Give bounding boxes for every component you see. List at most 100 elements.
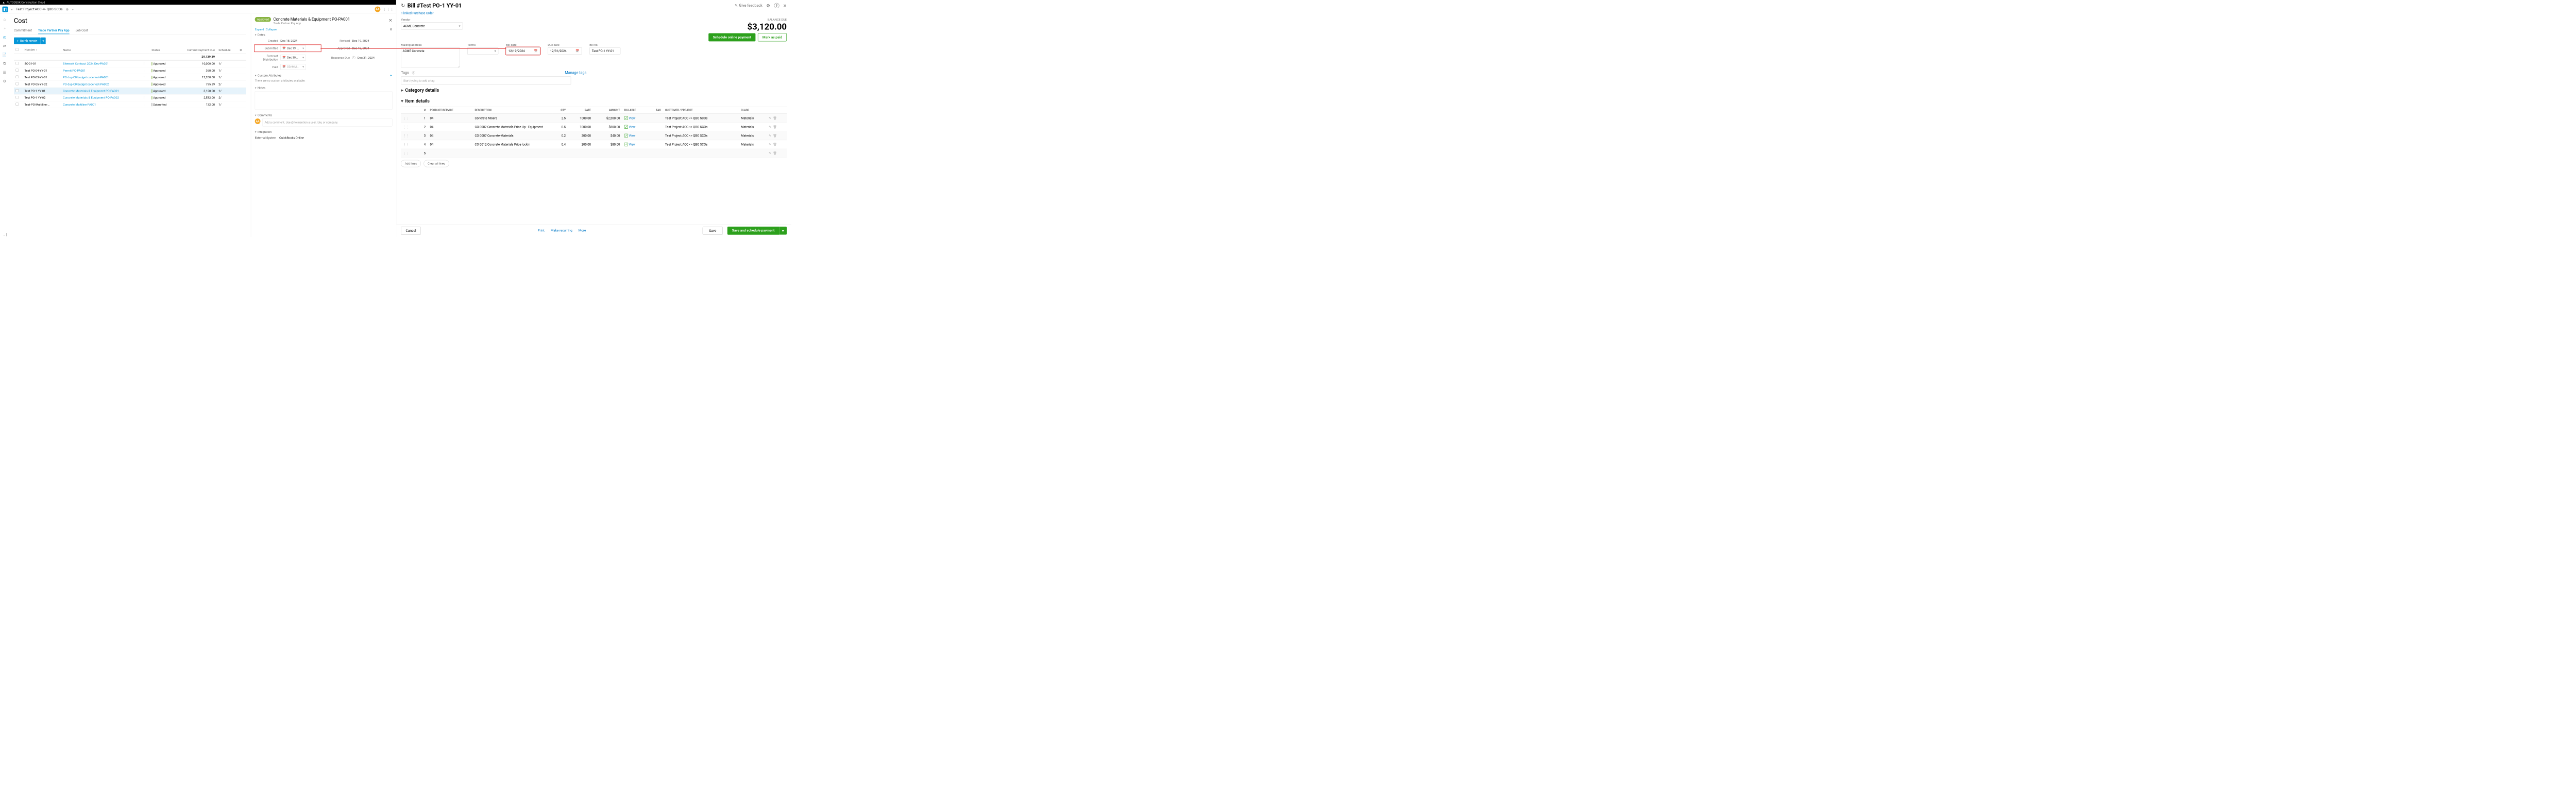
vendor-select[interactable]: ACME Concrete▾: [401, 23, 463, 30]
nav-report-icon[interactable]: ☰: [2, 70, 7, 75]
drag-handle-icon[interactable]: ⋮⋮: [403, 134, 409, 138]
comment-input[interactable]: Add a comment. Use @ to mention a user, …: [262, 118, 392, 126]
nav-doc-icon[interactable]: 📄: [2, 52, 7, 57]
paid-date-input[interactable]: 📅 DD/MM… ▾: [280, 64, 306, 70]
tab-trade-partner[interactable]: Trade Partner Pay App: [38, 27, 70, 34]
submitted-date-input[interactable]: 📅 Dec 19, … ▾: [280, 45, 306, 51]
line-row[interactable]: ⋮⋮ 3 04 CO 0007 Concrete-Materials 0.2 2…: [401, 131, 787, 140]
drag-handle-icon[interactable]: ⋮⋮: [403, 151, 409, 155]
manage-tags-link[interactable]: Manage tags: [565, 71, 586, 75]
notes-textarea[interactable]: [255, 91, 393, 110]
table-row[interactable]: Test PO-1 YY-02 Concrete Materials & Equ…: [14, 94, 246, 101]
col-payment-due[interactable]: Current Payment Due: [175, 46, 217, 53]
edit-row-icon[interactable]: ✎: [769, 116, 771, 120]
drag-handle-icon[interactable]: ⋮⋮: [403, 116, 409, 120]
mark-paid-button[interactable]: Mark as paid: [758, 33, 787, 42]
tags-info-icon[interactable]: i: [412, 71, 415, 74]
table-row[interactable]: Test-PO-Multiline-… Concrete Multiline-P…: [14, 101, 246, 108]
add-attr-icon[interactable]: ✦: [390, 74, 393, 77]
save-schedule-button[interactable]: Save and schedule payment: [727, 227, 779, 235]
col-number[interactable]: Number ↑: [23, 46, 61, 53]
row-menu-icon[interactable]: ⋮: [143, 82, 146, 86]
cancel-button[interactable]: Cancel: [401, 227, 421, 234]
delete-row-icon[interactable]: 🗑: [773, 134, 777, 138]
row-menu-icon[interactable]: ⋮: [143, 103, 146, 107]
back-icon[interactable]: ↻: [401, 3, 405, 8]
line-row[interactable]: ⋮⋮ 5 ✎ 🗑: [401, 149, 787, 158]
row-checkbox[interactable]: [16, 82, 19, 85]
delete-row-icon[interactable]: 🗑: [773, 151, 777, 155]
row-menu-icon[interactable]: ⋮: [143, 96, 146, 99]
nav-budget-icon[interactable]: ◔: [2, 26, 7, 31]
close-icon[interactable]: ✕: [783, 3, 787, 8]
row-name-link[interactable]: Permit PO-PA001: [63, 69, 86, 73]
app-switcher-icon[interactable]: ⋮⋮⋮: [383, 7, 394, 11]
delete-row-icon[interactable]: 🗑: [773, 143, 777, 146]
table-row[interactable]: SC-01-01 Sitework Contract 2024 Dec-PA00…: [14, 60, 246, 67]
row-name-link[interactable]: Sitework Contract 2024 Dec-PA001: [63, 62, 109, 65]
row-menu-icon[interactable]: ⋮: [143, 76, 146, 79]
drag-handle-icon[interactable]: ⋮⋮: [403, 125, 409, 129]
table-row[interactable]: Test PO-1 YY-01 Concrete Materials & Equ…: [14, 88, 246, 94]
drag-handle-icon[interactable]: ⋮⋮: [403, 143, 409, 146]
view-link[interactable]: View: [629, 134, 635, 138]
save-schedule-dropdown[interactable]: ▾: [779, 227, 787, 235]
more-link[interactable]: More: [579, 229, 586, 232]
table-row[interactable]: Test PO-05-YY-01 PO dup C0 budget code t…: [14, 74, 246, 81]
edit-row-icon[interactable]: ✎: [769, 151, 771, 155]
bill-no-input[interactable]: Test PO-1 YY-01: [589, 47, 620, 55]
billable-checkbox[interactable]: ✓: [624, 116, 628, 120]
forecast-date-input[interactable]: 📅 Dec 30,… ▾: [280, 55, 306, 61]
line-row[interactable]: ⋮⋮ 1 04 Concrete Mixers 2.5 1000.00 $2,5…: [401, 114, 787, 123]
user-avatar[interactable]: AA: [375, 6, 381, 12]
category-details-toggle[interactable]: ▸Category details: [396, 84, 791, 95]
delete-row-icon[interactable]: 🗑: [773, 125, 777, 129]
select-all-checkbox[interactable]: [16, 48, 19, 50]
info-icon[interactable]: i: [352, 56, 355, 59]
nav-cost-icon[interactable]: ◎: [2, 35, 7, 40]
globe-icon[interactable]: ⊕: [66, 7, 69, 11]
col-settings-icon[interactable]: ⚙: [238, 46, 246, 53]
view-link[interactable]: View: [629, 125, 635, 129]
col-schedule[interactable]: Schedule: [217, 46, 238, 53]
edit-row-icon[interactable]: ✎: [769, 134, 771, 138]
delete-row-icon[interactable]: 🗑: [773, 116, 777, 120]
custom-attrs-toggle[interactable]: ▾Custom Attributes ✦: [255, 74, 393, 77]
nav-home-icon[interactable]: ⌂: [2, 17, 7, 22]
settings-icon[interactable]: ⚙: [766, 3, 770, 8]
view-link[interactable]: View: [629, 116, 635, 120]
row-name-link[interactable]: PO dup C0 budget code test-PA002: [63, 82, 109, 86]
row-checkbox[interactable]: [16, 62, 19, 64]
print-link[interactable]: Print: [538, 229, 545, 232]
close-icon[interactable]: ✕: [388, 18, 392, 23]
edit-row-icon[interactable]: ✎: [769, 125, 771, 129]
billable-checkbox[interactable]: ✓: [624, 134, 628, 138]
row-name-link[interactable]: Concrete Materials & Equipment PO-PA002: [63, 96, 119, 99]
edit-row-icon[interactable]: ✎: [769, 143, 771, 146]
make-recurring-link[interactable]: Make recurring: [551, 229, 572, 232]
row-name-link[interactable]: Concrete Multiline-PA001: [63, 103, 96, 107]
row-menu-icon[interactable]: ⋮: [143, 62, 146, 65]
row-checkbox[interactable]: [16, 69, 19, 72]
row-checkbox[interactable]: [16, 103, 19, 106]
due-date-input[interactable]: 12/31/2024📅: [548, 47, 582, 55]
table-row[interactable]: Test PO-04-YY-01 Permit PO-PA001 ⋮ Appro…: [14, 67, 246, 74]
batch-create-dropdown[interactable]: ▾: [40, 38, 46, 44]
item-details-toggle[interactable]: ▾Item details: [396, 96, 791, 107]
project-name[interactable]: Test Project:ACC <> QBO SCOs: [16, 7, 63, 11]
schedule-payment-button[interactable]: Schedule online payment: [708, 33, 755, 42]
bill-date-input[interactable]: 12/19/2024📅: [506, 47, 540, 55]
col-name[interactable]: Name: [61, 46, 141, 53]
line-row[interactable]: ⋮⋮ 4 04 CO 0012 Concrete Materials Price…: [401, 140, 787, 149]
save-button[interactable]: Save: [703, 227, 723, 234]
line-row[interactable]: ⋮⋮ 2 04 CO 0002 Concrete Materials Price…: [401, 123, 787, 131]
batch-create-button[interactable]: +Batch create: [14, 38, 40, 44]
row-checkbox[interactable]: [16, 89, 19, 92]
tags-input[interactable]: Start typing to add a tag: [401, 77, 571, 85]
project-icon[interactable]: ◧: [3, 6, 8, 12]
nav-change-icon[interactable]: ⇄: [2, 43, 7, 48]
tab-commitment[interactable]: Commitment: [14, 27, 32, 34]
table-row[interactable]: Test PO-05-YY-02 PO dup C0 budget code t…: [14, 81, 246, 88]
help-icon[interactable]: ?: [774, 3, 779, 8]
integration-toggle[interactable]: ▾Integration: [255, 130, 393, 134]
